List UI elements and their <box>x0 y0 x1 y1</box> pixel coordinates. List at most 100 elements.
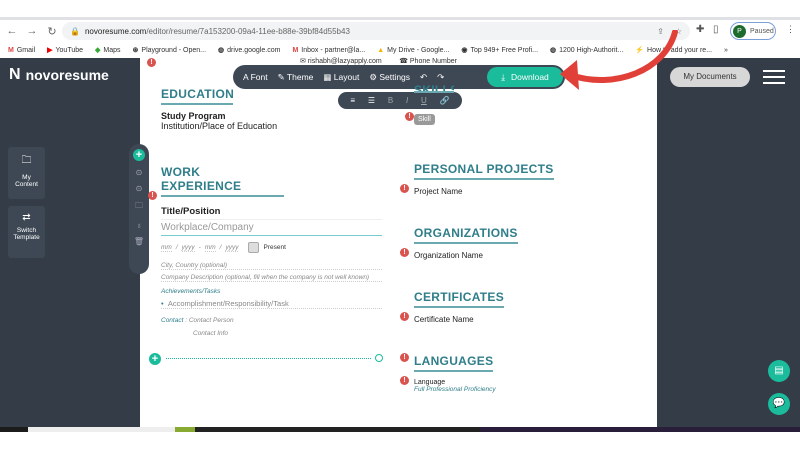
undo-icon[interactable]: ↶ <box>420 72 427 83</box>
bold-button[interactable]: B <box>388 96 393 105</box>
link-icon[interactable]: 🔗 <box>440 96 450 105</box>
trash-icon[interactable]: 🗑 <box>134 237 144 246</box>
bookmark[interactable]: ◉Top 949+ Free Profi... <box>461 46 538 54</box>
certificates-section: CERTIFICATES Certificate Name <box>414 288 504 324</box>
language-name[interactable]: Language <box>414 379 496 386</box>
bookmark[interactable]: MInbox - partner@la... <box>292 47 365 54</box>
switch-template-button[interactable]: ⇄Switch Template <box>8 206 45 258</box>
justify-icon[interactable]: ☰ <box>368 96 375 105</box>
bookmark[interactable]: ◆Maps <box>95 46 121 54</box>
bookmark[interactable]: ▲My Drive - Google... <box>377 47 449 54</box>
back-icon[interactable]: ← <box>4 25 20 37</box>
add-entry-icon[interactable]: + <box>149 353 161 365</box>
chat-button[interactable]: 💬 <box>768 393 790 415</box>
entry-handle-icon[interactable] <box>375 354 383 362</box>
profile-button[interactable]: PPaused <box>730 22 776 40</box>
notes-button[interactable]: ▤ <box>768 360 790 382</box>
organizations-section: ORGANIZATIONS Organization Name <box>414 224 518 260</box>
font-button[interactable]: A Font <box>243 72 268 82</box>
logo[interactable]: Nnovoresume <box>9 66 109 84</box>
theme-button[interactable]: ✎ Theme <box>278 72 314 83</box>
lock-icon: 🔒 <box>70 27 80 36</box>
align-left-icon[interactable]: ≡ <box>350 96 355 105</box>
present-checkbox[interactable] <box>248 242 259 253</box>
warning-icon: ! <box>400 184 409 193</box>
contact-person-field[interactable]: Contact Person <box>189 317 234 324</box>
company-field[interactable]: Workplace/Company <box>161 220 382 236</box>
forward-icon[interactable]: → <box>24 25 40 37</box>
date-to-year[interactable]: yyyy <box>225 244 238 252</box>
skills-heading: SKILLS <box>414 83 454 93</box>
redo-icon[interactable]: ↷ <box>437 72 444 83</box>
organization-name[interactable]: Organization Name <box>414 251 518 260</box>
projects-section: PERSONAL PROJECTS Project Name <box>414 160 554 196</box>
section-tools: + ⊙ ⊙ 🗀 ♁ 🗑 <box>129 144 149 274</box>
date-to-month[interactable]: mm <box>205 244 216 252</box>
my-content-button[interactable]: 🗀My Content <box>8 147 45 199</box>
reload-icon[interactable]: ↻ <box>44 25 60 38</box>
description-field[interactable]: Company Description (optional, fill when… <box>161 274 382 282</box>
entry-divider <box>166 358 371 359</box>
task-item[interactable]: • Accomplishment/Responsibility/Task <box>161 299 382 309</box>
browser-tab-strip <box>0 0 800 20</box>
download-button[interactable]: ⤓Download <box>487 67 563 87</box>
taskbar <box>0 427 800 432</box>
more-bookmarks-icon[interactable]: » <box>724 47 728 54</box>
section-heading: ORGANIZATIONS <box>414 226 518 244</box>
move-up-icon[interactable]: ⊙ <box>136 168 143 177</box>
location-field[interactable]: City, Country (optional) <box>161 262 382 270</box>
certificate-name[interactable]: Certificate Name <box>414 315 504 324</box>
study-program[interactable]: Study Program <box>161 111 277 121</box>
more-icon[interactable]: ⋮ <box>786 24 795 35</box>
date-from-month[interactable]: mm <box>161 244 172 252</box>
education-section: EDUCATION Study Program Institution/Plac… <box>161 85 277 131</box>
section-heading: WORK EXPERIENCE <box>161 165 284 197</box>
warning-icon: ! <box>147 58 156 67</box>
skill-tooltip: Skill <box>414 114 435 125</box>
layout-button[interactable]: ▦ Layout <box>323 72 359 83</box>
section-heading: CERTIFICATES <box>414 290 504 308</box>
red-arrow-annotation <box>555 30 695 110</box>
extensions-icon[interactable]: ✚ <box>696 24 704 35</box>
bookmark[interactable]: ▶YouTube <box>47 46 83 54</box>
section-heading: EDUCATION <box>161 87 233 105</box>
bulb-icon[interactable]: ♁ <box>136 221 142 230</box>
languages-section: LANGUAGES Language Full Professional Pro… <box>414 352 496 393</box>
logo-icon: N <box>9 66 21 84</box>
download-icon: ⤓ <box>501 72 505 83</box>
sidepanel-icon[interactable]: ▯ <box>713 24 719 35</box>
warning-icon: ! <box>400 376 409 385</box>
project-name[interactable]: Project Name <box>414 187 554 196</box>
language-level[interactable]: Full Professional Proficiency <box>414 386 496 393</box>
settings-button[interactable]: ⚙ Settings <box>369 72 410 83</box>
move-down-icon[interactable]: ⊙ <box>136 184 143 193</box>
bookmark[interactable]: ◍drive.google.com <box>218 46 280 54</box>
bookmark[interactable]: ⊛Playground - Open... <box>133 46 206 54</box>
add-icon[interactable]: + <box>133 149 145 161</box>
underline-button[interactable]: U <box>421 96 427 105</box>
format-toolbar: ≡ ☰ B I U 🔗 <box>338 92 462 109</box>
content-icon[interactable]: 🗀 <box>135 200 143 214</box>
section-heading: PERSONAL PROJECTS <box>414 162 554 180</box>
title-field[interactable]: Title/Position <box>161 206 382 220</box>
institution[interactable]: Institution/Place of Education <box>161 121 277 131</box>
warning-icon: ! <box>400 353 409 362</box>
contact-row: ✉ rishabh@lazyapply.com ☎ Phone Number <box>300 57 457 65</box>
editor-toolbar: A Font ✎ Theme ▦ Layout ⚙ Settings ↶ ↷ ⤓… <box>233 65 565 89</box>
warning-icon: ! <box>400 312 409 321</box>
achievements-label[interactable]: Achievements/Tasks <box>161 288 382 295</box>
bookmark[interactable]: MGmail <box>8 47 35 54</box>
contact-label: Contact <box>161 317 183 324</box>
warning-icon: ! <box>400 248 409 257</box>
italic-button[interactable]: I <box>406 96 408 105</box>
warning-icon: ! <box>405 112 414 121</box>
date-from-year[interactable]: yyyy <box>182 244 195 252</box>
warning-icon: ! <box>148 191 157 200</box>
contact-info-field[interactable]: Contact Info <box>193 330 382 337</box>
hamburger-menu-icon[interactable] <box>763 70 785 88</box>
switch-icon: ⇄ <box>8 212 45 223</box>
folder-icon: 🗀 <box>8 153 45 170</box>
present-label: Present <box>263 244 285 251</box>
section-heading: LANGUAGES <box>414 354 493 372</box>
work-section: WORK EXPERIENCE Title/Position Workplace… <box>161 165 382 337</box>
